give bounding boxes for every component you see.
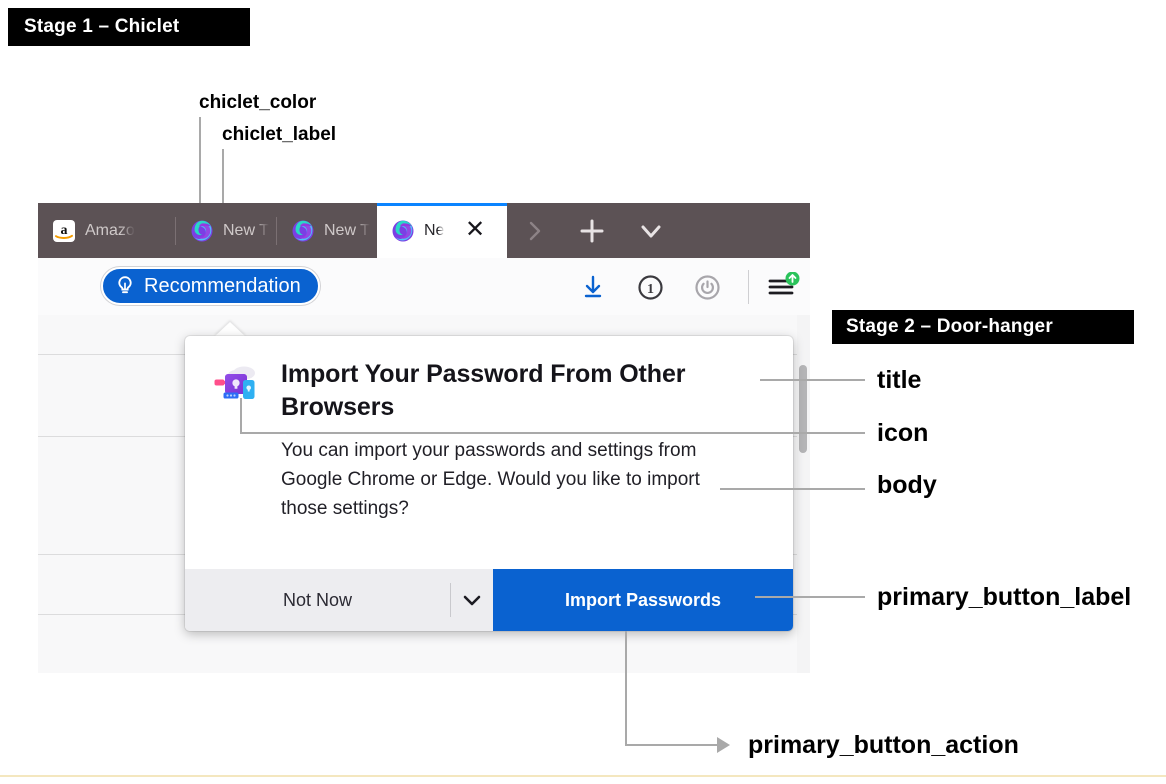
password-manager-icon[interactable]: 1 [635, 272, 665, 302]
tab-new-tab-3-active[interactable]: Ne ✕ [377, 203, 507, 258]
leader-primary-action-v [625, 631, 627, 745]
list-all-tabs-icon[interactable] [624, 203, 678, 258]
tab-amazon[interactable]: a Amazo [38, 203, 175, 258]
leader-primary-action-h [625, 744, 717, 746]
lightbulb-icon [115, 275, 135, 297]
chiclet-label-text: Recommendation [144, 274, 301, 297]
annotation-chiclet-label: chiclet_label [222, 124, 337, 145]
amazon-icon: a [52, 219, 76, 243]
leader-primary-button-label [755, 596, 865, 598]
annotation-chiclet-color: chiclet_color [199, 92, 317, 113]
firefox-icon [391, 219, 415, 243]
stage-1-badge: Stage 1 – Chiclet [8, 8, 250, 46]
recommendation-chiclet[interactable]: Recommendation [101, 267, 320, 305]
leader-icon-v [240, 398, 242, 433]
tab-new-tab-1[interactable]: New T [176, 203, 276, 258]
stage-1-badge-label: Stage 1 – Chiclet [24, 16, 180, 37]
account-power-icon[interactable] [692, 272, 722, 302]
annotation-body: body [877, 471, 937, 499]
leader-body [720, 488, 865, 490]
page-scrollbar[interactable] [797, 315, 810, 673]
app-menu-icon[interactable] [765, 272, 801, 302]
annotation-icon: icon [877, 419, 929, 447]
annotation-primary-button-action: primary_button_action [748, 731, 1019, 759]
close-tab-icon[interactable]: ✕ [465, 218, 485, 242]
tab-title: Amazo [85, 221, 135, 239]
tab-new-tab-2[interactable]: New T [277, 203, 377, 258]
chevron-down-icon [460, 588, 484, 612]
bottom-rule [0, 775, 1166, 777]
doorhanger-footer: Not Now Import Passwords [185, 569, 793, 631]
tab-title: New T [324, 221, 370, 239]
svg-text:1: 1 [647, 282, 654, 297]
doorhanger-pointer-arrow [214, 322, 246, 337]
svg-text:a: a [61, 223, 68, 238]
downloads-icon[interactable] [578, 272, 608, 302]
doorhanger-body-text: You can import your passwords and settin… [281, 440, 700, 519]
navigation-toolbar: Recommendation 1 [38, 258, 810, 315]
doorhanger-dropdown-button[interactable] [450, 569, 493, 631]
tab-strip: a Amazo New T New T Ne ✕ [38, 203, 810, 258]
annotation-primary-button-label: primary_button_label [877, 583, 1132, 611]
leader-title [760, 379, 865, 381]
not-now-button[interactable]: Not Now [185, 569, 450, 631]
stage-2-badge-label: Stage 2 – Door-hanger [846, 316, 1053, 337]
doorhanger-title: Import Your Password From Other Browsers [281, 360, 686, 421]
scroll-tabs-right-icon[interactable] [510, 203, 560, 258]
tab-title: New T [223, 221, 269, 239]
annotation-title: title [877, 366, 922, 394]
tab-title: Ne [424, 221, 445, 239]
import-passwords-illustration-icon [211, 364, 259, 408]
doorhanger-content: Import Your Password From Other Browsers… [185, 336, 793, 569]
toolbar-divider [748, 270, 749, 304]
leader-primary-action-arrowhead [717, 737, 730, 753]
new-tab-icon[interactable] [564, 203, 620, 258]
stage-2-badge: Stage 2 – Door-hanger [832, 310, 1134, 344]
import-passwords-button[interactable]: Import Passwords [493, 569, 793, 631]
not-now-button-label: Not Now [282, 589, 353, 610]
doorhanger-panel: Import Your Password From Other Browsers… [185, 336, 793, 631]
firefox-icon [291, 219, 315, 243]
leader-icon-h [240, 432, 865, 434]
import-passwords-button-label: Import Passwords [564, 589, 722, 610]
firefox-icon [190, 219, 214, 243]
